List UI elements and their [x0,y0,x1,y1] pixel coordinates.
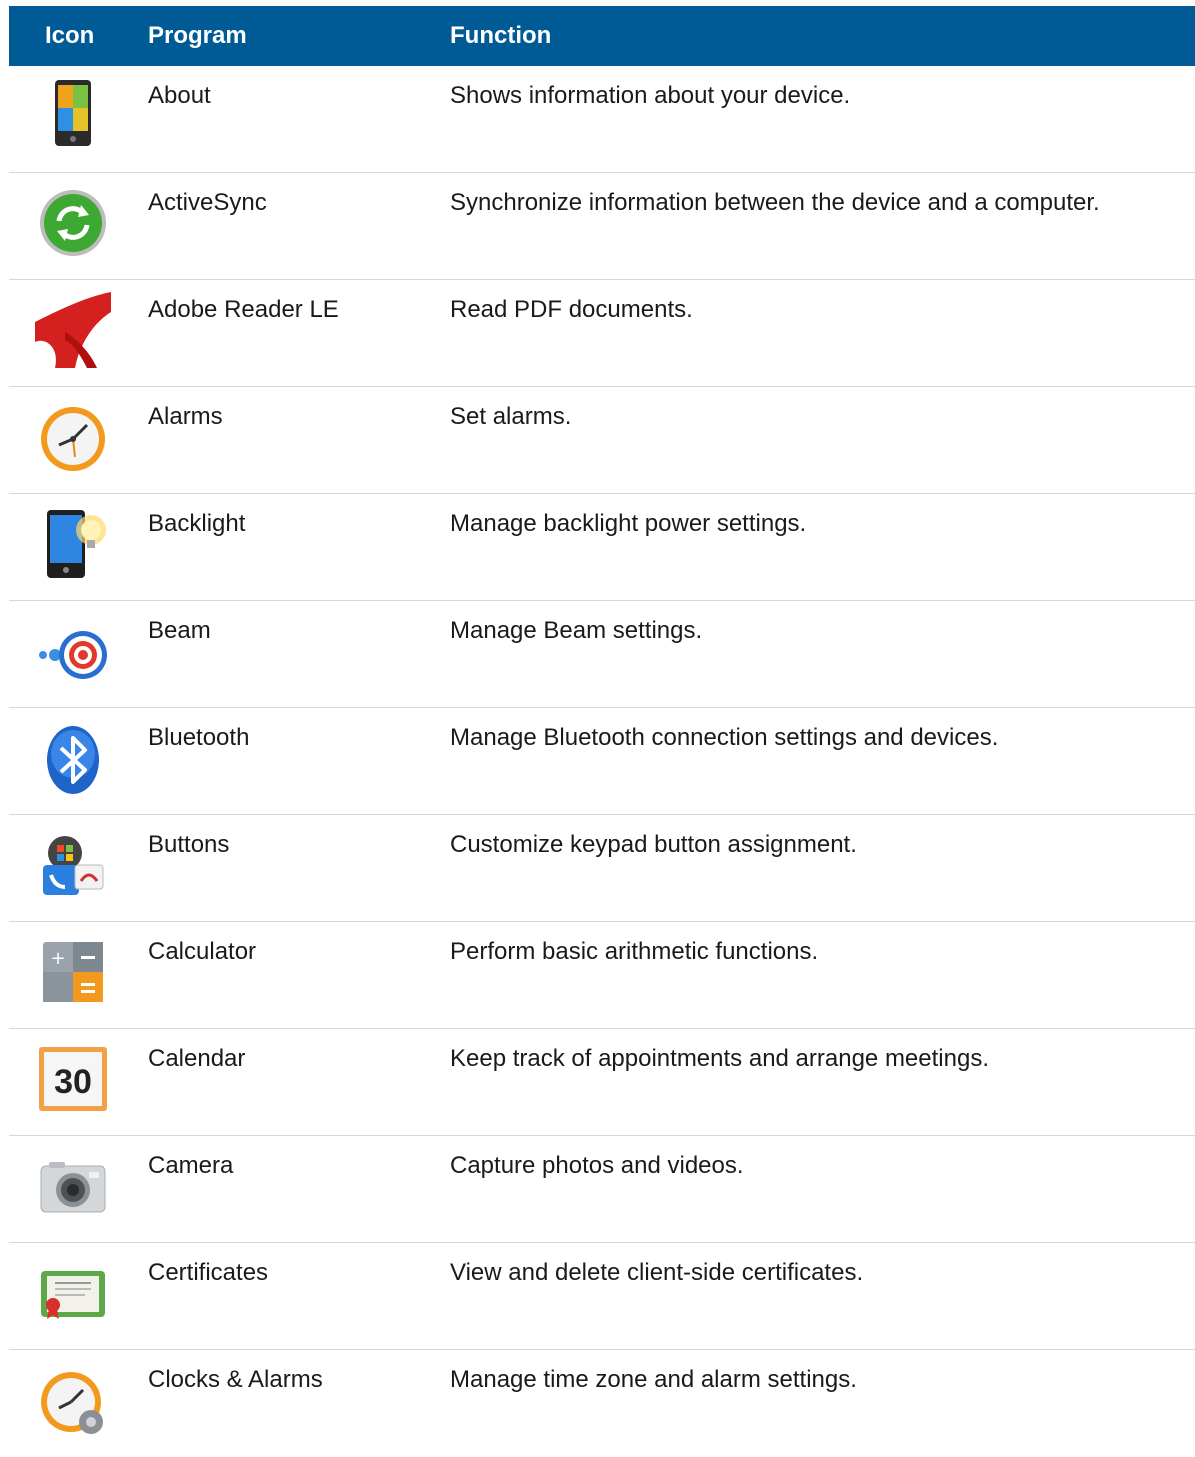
program-name: Bluetooth [148,724,250,751]
program-function: Shows information about your device. [450,82,851,109]
program-name: Calculator [148,938,257,965]
program-name: Certificates [148,1259,269,1286]
svg-text:+: + [50,948,65,969]
program-function: Set alarms. [450,403,572,430]
table-row: Backlight Manage backlight power setting… [9,494,1195,601]
program-function: Keep track of appointments and arrange m… [450,1045,989,1072]
table-row: Bluetooth Manage Bluetooth connection se… [9,708,1195,815]
program-function: Manage time zone and alarm settings. [450,1366,857,1393]
table-row: ActiveSync Synchronize information betwe… [9,173,1195,280]
program-name: ActiveSync [148,189,267,216]
table-row: Clocks & Alarms Manage time zone and ala… [9,1350,1195,1457]
program-name: Beam [148,617,211,644]
about-icon [35,78,111,154]
certificates-icon [35,1255,111,1331]
buttons-icon [35,827,111,903]
program-name: Clocks & Alarms [148,1366,323,1393]
header-program-column: Program [148,22,247,49]
program-function: Read PDF documents. [450,296,693,323]
beam-icon [35,613,111,689]
program-name: Calendar [148,1045,246,1072]
calculator-icon: + [35,934,111,1010]
program-function: Capture photos and videos. [450,1152,744,1179]
table-row: Adobe Reader LE Read PDF documents. [9,280,1195,387]
program-name: About [148,82,211,109]
program-function: Manage Beam settings. [450,617,703,644]
program-function: Manage backlight power settings. [450,510,807,537]
program-name: Backlight [148,510,246,537]
program-function: Manage Bluetooth connection settings and… [450,724,999,751]
program-function: Customize keypad button assignment. [450,831,857,858]
program-function: Perform basic arithmetic functions. [450,938,819,965]
header-icon-column: Icon [45,22,95,49]
table-header: Icon Program Function [9,6,1195,66]
camera-icon [35,1148,111,1224]
program-name: Buttons [148,831,230,858]
table-row: + Calculator Perform basic arithmetic fu… [9,922,1195,1029]
table-row: Certificates View and delete client-side… [9,1243,1195,1350]
table-row: Beam Manage Beam settings. [9,601,1195,708]
table-row: Camera Capture photos and videos. [9,1136,1195,1243]
header-function-column: Function [450,22,552,49]
adobe-reader-icon [35,292,111,368]
program-name: Adobe Reader LE [148,296,339,323]
alarms-icon [35,399,111,475]
program-name: Camera [148,1152,234,1179]
activesync-icon [35,185,111,261]
table-row: About Shows information about your devic… [9,66,1195,173]
clocks-alarms-icon [35,1362,111,1438]
table-row: 30 Calendar Keep track of appointments a… [9,1029,1195,1136]
bluetooth-icon [35,720,111,796]
programs-table: Icon Program Function About Shows inform… [9,6,1195,1457]
calendar-day-number: 30 [54,1063,92,1101]
table-row: Buttons Customize keypad button assignme… [9,815,1195,922]
table-row: Alarms Set alarms. [9,387,1195,494]
backlight-icon [35,506,111,582]
program-function: Synchronize information between the devi… [450,189,1100,216]
calendar-icon: 30 [35,1041,111,1117]
program-function: View and delete client-side certificates… [450,1259,864,1286]
program-name: Alarms [148,403,223,430]
